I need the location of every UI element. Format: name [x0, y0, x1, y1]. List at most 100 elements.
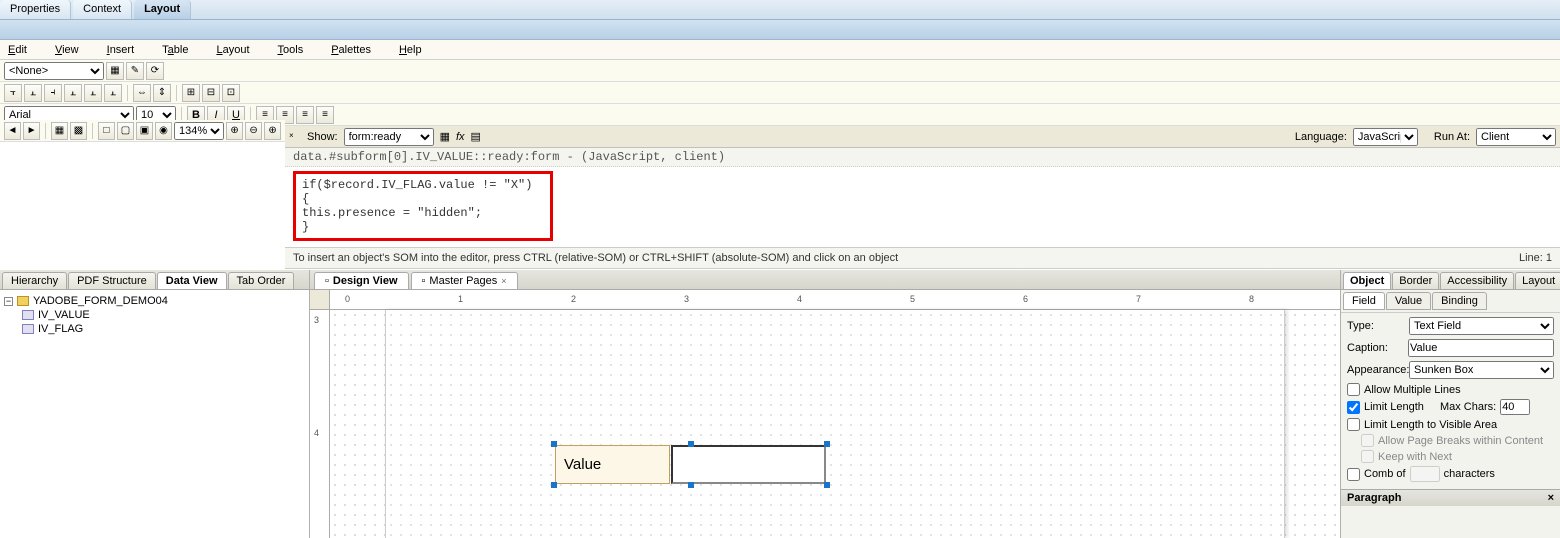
align-6[interactable]: ⫠ — [104, 84, 122, 102]
limit-visible-label: Limit Length to Visible Area — [1364, 419, 1497, 431]
folder-icon — [17, 296, 29, 306]
menu-edit[interactable]: Edit — [8, 44, 27, 56]
btn-tool-1[interactable]: ▦ — [106, 62, 124, 80]
tab-border[interactable]: Border — [1392, 272, 1439, 289]
tab-master-pages[interactable]: ▫ Master Pages × — [411, 272, 518, 289]
tab-layout[interactable]: Layout — [134, 0, 191, 19]
nav-back[interactable]: ◄ — [4, 122, 21, 140]
caption-input[interactable] — [1408, 339, 1554, 357]
tab-properties[interactable]: Properties — [0, 0, 71, 19]
field-input[interactable] — [671, 445, 826, 484]
tree-item-iv-value[interactable]: IV_VALUE — [22, 308, 305, 322]
resize-handle[interactable] — [551, 482, 557, 488]
appearance-label: Appearance: — [1347, 364, 1405, 376]
resize-handle[interactable] — [688, 441, 694, 447]
allow-multiple-checkbox[interactable] — [1347, 383, 1360, 396]
show-3[interactable]: ▣ — [136, 122, 153, 140]
zoom-in[interactable]: ⊕ — [264, 122, 281, 140]
field-icon — [22, 310, 34, 320]
blue-bar — [0, 20, 1560, 40]
run-at-select[interactable]: Client — [1476, 128, 1556, 146]
align-4[interactable]: ⫠ — [64, 84, 82, 102]
fx-icon[interactable]: fx — [456, 131, 465, 143]
caption-label: Caption: — [1347, 342, 1404, 354]
group-1[interactable]: ⊞ — [182, 84, 200, 102]
limit-visible-checkbox[interactable] — [1347, 418, 1360, 431]
subtab-field[interactable]: Field — [1343, 292, 1385, 310]
appearance-select[interactable]: Sunken Box — [1409, 361, 1554, 379]
zoom-select[interactable]: 134% — [174, 122, 224, 140]
language-select[interactable]: JavaScript — [1353, 128, 1418, 146]
tab-layout-right[interactable]: Layout — [1515, 272, 1560, 289]
tab-design-view[interactable]: ▫ Design View — [314, 272, 409, 289]
subtab-value[interactable]: Value — [1386, 292, 1431, 310]
resize-handle[interactable] — [824, 482, 830, 488]
tree-item-iv-flag[interactable]: IV_FLAG — [22, 322, 305, 336]
dist-2[interactable]: ⇕ — [153, 84, 171, 102]
script-close[interactable]: × — [289, 131, 301, 143]
subtab-binding[interactable]: Binding — [1432, 292, 1487, 310]
field-value[interactable]: Value — [555, 445, 826, 484]
align-2[interactable]: ⫠ — [24, 84, 42, 102]
show-1[interactable]: □ — [98, 122, 115, 140]
align-5[interactable]: ⫠ — [84, 84, 102, 102]
right-pane: Object Border Accessibility Layout Field… — [1340, 270, 1560, 538]
menu-layout[interactable]: Layout — [216, 44, 249, 56]
align-3[interactable]: ⫞ — [44, 84, 62, 102]
menu-palettes[interactable]: Palettes — [331, 44, 371, 56]
close-icon[interactable]: × — [501, 276, 506, 286]
btn-tool-2[interactable]: ✎ — [126, 62, 144, 80]
max-chars-input[interactable] — [1500, 399, 1530, 415]
close-icon[interactable]: × — [1548, 492, 1554, 504]
menu-table[interactable]: Table — [162, 44, 188, 56]
comb-of-checkbox[interactable] — [1347, 468, 1360, 481]
menu-insert[interactable]: Insert — [107, 44, 135, 56]
grid-icon[interactable]: ▦ — [51, 122, 68, 140]
tree-root[interactable]: − YADOBE_FORM_DEMO04 — [4, 294, 305, 308]
group-3[interactable]: ⊡ — [222, 84, 240, 102]
type-select[interactable]: Text Field — [1409, 317, 1554, 335]
snap-icon[interactable]: ▩ — [70, 122, 87, 140]
tab-context[interactable]: Context — [73, 0, 132, 19]
script-btn-1[interactable]: ▦ — [440, 130, 450, 143]
btn-tool-3[interactable]: ⟳ — [146, 62, 164, 80]
script-btn-2[interactable]: ▤ — [471, 130, 481, 143]
tab-tab-order[interactable]: Tab Order — [228, 272, 295, 289]
resize-handle[interactable] — [688, 482, 694, 488]
show-2[interactable]: ▢ — [117, 122, 134, 140]
tab-pdf-structure[interactable]: PDF Structure — [68, 272, 156, 289]
tab-object[interactable]: Object — [1343, 272, 1391, 289]
nav-fwd[interactable]: ► — [23, 122, 40, 140]
tab-accessibility[interactable]: Accessibility — [1440, 272, 1514, 289]
dist-1[interactable]: ⇔ — [133, 84, 151, 102]
expand-icon[interactable]: − — [4, 297, 13, 306]
object-subtabs: Field Value Binding — [1341, 290, 1560, 313]
menu-view[interactable]: View — [55, 44, 79, 56]
script-code-text[interactable]: if($record.IV_FLAG.value != "X") { this.… — [302, 178, 544, 234]
resize-handle[interactable] — [551, 441, 557, 447]
limit-length-checkbox[interactable] — [1347, 401, 1360, 414]
run-at-label: Run At: — [1434, 131, 1470, 143]
show-select[interactable]: form:ready — [344, 128, 434, 146]
ruler-horizontal: 0 1 2 3 4 5 6 7 8 — [330, 290, 1340, 310]
show-4[interactable]: ◉ — [155, 122, 172, 140]
script-code-highlight: if($record.IV_FLAG.value != "X") { this.… — [293, 171, 553, 241]
tab-hierarchy[interactable]: Hierarchy — [2, 272, 67, 289]
menu-help[interactable]: Help — [399, 44, 422, 56]
align-1[interactable]: ⫟ — [4, 84, 22, 102]
align-right[interactable]: ≡ — [296, 106, 314, 124]
script-body[interactable]: if($record.IV_FLAG.value != "X") { this.… — [285, 167, 1560, 247]
align-justify[interactable]: ≡ — [316, 106, 334, 124]
zoom-fit[interactable]: ⊕ — [226, 122, 243, 140]
canvas[interactable]: Value — [330, 310, 1340, 538]
tab-data-view[interactable]: Data View — [157, 272, 227, 289]
toolbar-style: <None> ▦ ✎ ⟳ — [0, 60, 1560, 82]
paragraph-header[interactable]: Paragraph × — [1341, 489, 1560, 506]
group-2[interactable]: ⊟ — [202, 84, 220, 102]
tree-item-label: IV_VALUE — [38, 309, 90, 321]
resize-handle[interactable] — [824, 441, 830, 447]
style-select[interactable]: <None> — [4, 62, 104, 80]
language-label: Language: — [1295, 131, 1347, 143]
zoom-out[interactable]: ⊖ — [245, 122, 262, 140]
menu-tools[interactable]: Tools — [278, 44, 304, 56]
